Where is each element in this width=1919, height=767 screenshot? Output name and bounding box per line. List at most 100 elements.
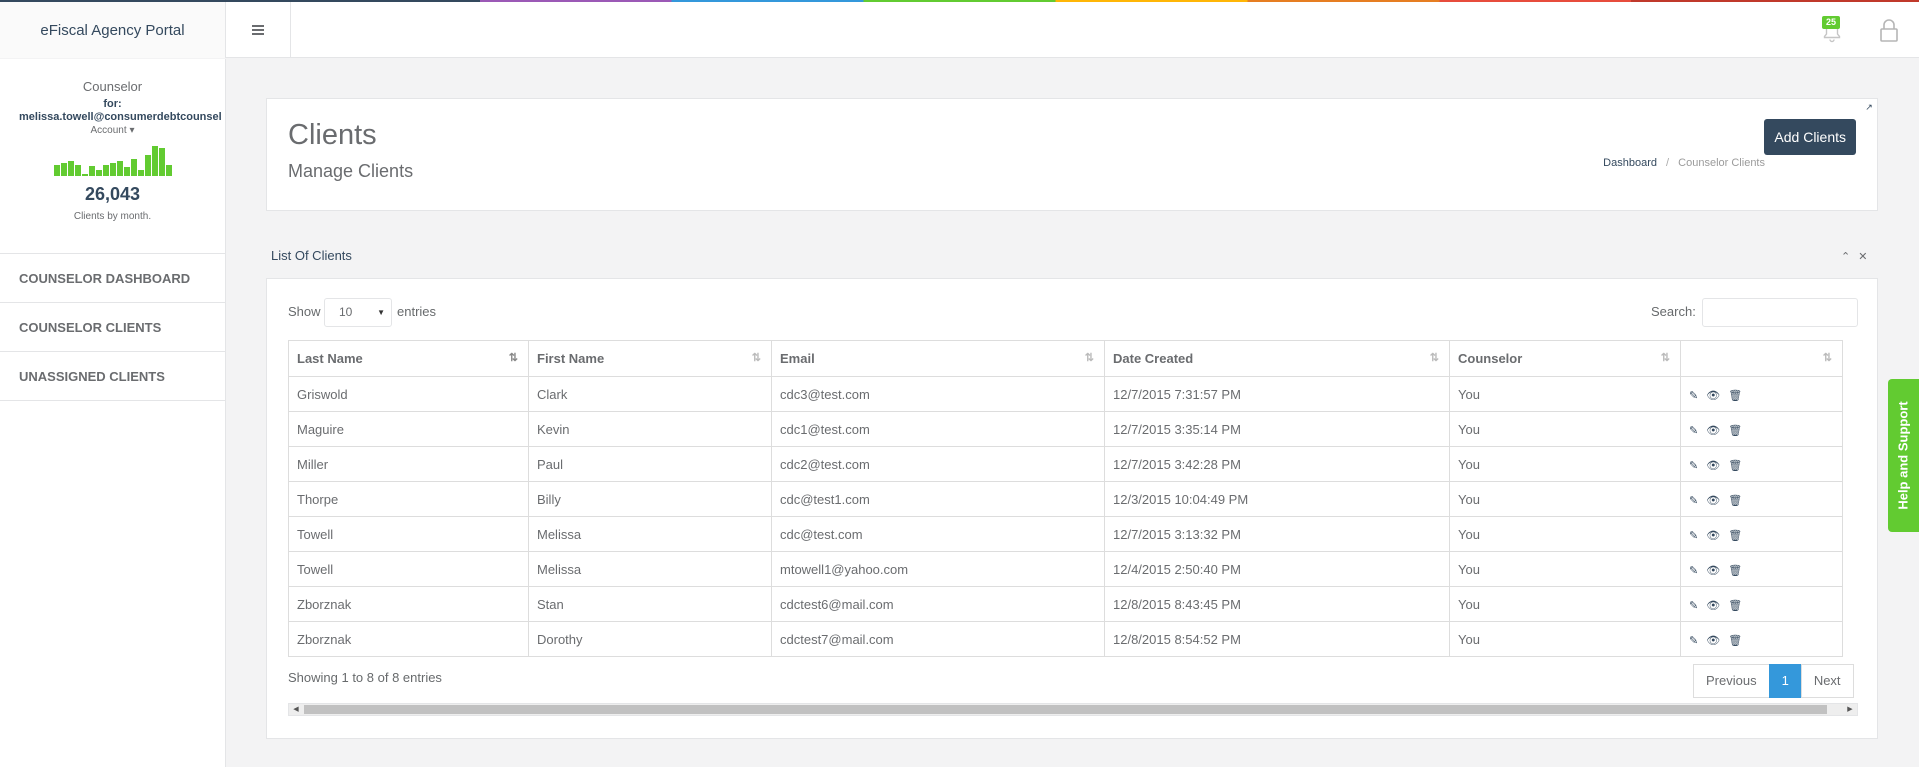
edit-icon[interactable]: ✎ — [1689, 564, 1698, 577]
table-row: Thorpe Billy cdc@test1.com 12/3/2015 10:… — [288, 481, 1843, 517]
edit-icon[interactable]: ✎ — [1689, 424, 1698, 437]
sparkline-bar — [151, 146, 158, 176]
pager-next[interactable]: Next — [1800, 664, 1854, 698]
edit-icon[interactable]: ✎ — [1689, 389, 1698, 402]
cell-actions: ✎ 👁 🗑 — [1680, 621, 1843, 657]
lock-button[interactable] — [1878, 18, 1900, 42]
edit-icon[interactable]: ✎ — [1689, 459, 1698, 472]
sort-icon: ⇅ — [1660, 352, 1670, 364]
close-icon[interactable]: ✕ — [1858, 250, 1867, 263]
nav-counselor-clients[interactable]: COUNSELOR CLIENTS — [0, 303, 225, 352]
nav-counselor-dashboard[interactable]: COUNSELOR DASHBOARD — [0, 254, 225, 303]
sort-asc-icon: ⇅ — [508, 352, 518, 364]
cell-actions: ✎ 👁 🗑 — [1680, 376, 1843, 412]
view-icon[interactable]: 👁 — [1706, 599, 1720, 612]
view-icon[interactable]: 👁 — [1706, 529, 1720, 542]
sort-icon: ⇅ — [751, 352, 761, 364]
cell-last-name: Towell — [288, 551, 529, 587]
col-last-name[interactable]: Last Name ⇅ — [288, 340, 529, 377]
account-dropdown[interactable]: Account ▾ — [0, 125, 225, 136]
cell-email: cdc@test1.com — [771, 481, 1105, 517]
scroll-right-icon[interactable]: ▶ — [1843, 704, 1857, 715]
for-label: for: — [103, 98, 122, 110]
cell-last-name: Griswold — [288, 376, 529, 412]
view-icon[interactable]: 👁 — [1706, 634, 1720, 647]
expand-icon[interactable]: ↗ — [1863, 101, 1875, 113]
nav-unassigned-clients[interactable]: UNASSIGNED CLIENTS — [0, 352, 225, 401]
col-email[interactable]: Email ⇅ — [771, 340, 1105, 377]
sparkline-bar — [144, 155, 151, 176]
delete-icon[interactable]: 🗑 — [1728, 424, 1742, 437]
sparkline-bar — [53, 165, 60, 176]
cell-last-name: Thorpe — [288, 481, 529, 517]
cell-actions: ✎ 👁 🗑 — [1680, 586, 1843, 622]
notifications-button[interactable]: 25 — [1820, 16, 1844, 44]
col-date-created[interactable]: Date Created ⇅ — [1104, 340, 1450, 377]
cell-counselor: You — [1449, 516, 1681, 552]
help-support-tab[interactable]: Help and Support — [1888, 379, 1919, 532]
add-clients-button[interactable]: Add Clients — [1764, 119, 1856, 155]
view-icon[interactable]: 👁 — [1706, 494, 1720, 507]
search-label: Search: — [1651, 304, 1696, 319]
sparkline-bar — [67, 161, 74, 176]
horizontal-scrollbar[interactable]: ◀ ▶ — [288, 703, 1858, 716]
col-actions[interactable]: ⇅ — [1680, 340, 1843, 377]
sparkline-bar — [95, 170, 102, 176]
breadcrumb-separator: / — [1666, 157, 1670, 169]
breadcrumb-dashboard[interactable]: Dashboard — [1603, 157, 1657, 169]
pager-page-1[interactable]: 1 — [1768, 664, 1802, 698]
delete-icon[interactable]: 🗑 — [1728, 389, 1742, 402]
col-counselor[interactable]: Counselor ⇅ — [1449, 340, 1681, 377]
cell-last-name: Miller — [288, 446, 529, 482]
col-first-name[interactable]: First Name ⇅ — [528, 340, 772, 377]
cell-email: cdc1@test.com — [771, 411, 1105, 447]
cell-counselor: You — [1449, 411, 1681, 447]
cell-date-created: 12/7/2015 3:35:14 PM — [1104, 411, 1450, 447]
edit-icon[interactable]: ✎ — [1689, 634, 1698, 647]
menu-toggle-button[interactable] — [226, 2, 291, 58]
search-input[interactable] — [1702, 298, 1858, 327]
view-icon[interactable]: 👁 — [1706, 389, 1720, 402]
table-row: Towell Melissa mtowell1@yahoo.com 12/4/2… — [288, 551, 1843, 587]
edit-icon[interactable]: ✎ — [1689, 494, 1698, 507]
cell-counselor: You — [1449, 551, 1681, 587]
delete-icon[interactable]: 🗑 — [1728, 564, 1742, 577]
cell-counselor: You — [1449, 446, 1681, 482]
cell-email: mtowell1@yahoo.com — [771, 551, 1105, 587]
delete-icon[interactable]: 🗑 — [1728, 459, 1742, 472]
cell-date-created: 12/7/2015 3:13:32 PM — [1104, 516, 1450, 552]
cell-first-name: Melissa — [528, 516, 772, 552]
col-header-label: Counselor — [1458, 351, 1523, 366]
sparkline-bar — [165, 165, 172, 176]
cell-date-created: 12/7/2015 7:31:57 PM — [1104, 376, 1450, 412]
page-title: Clients — [288, 119, 377, 151]
sparkline-bar — [158, 148, 165, 176]
view-icon[interactable]: 👁 — [1706, 424, 1720, 437]
page-size-value: 10 — [339, 305, 353, 319]
brand-title[interactable]: eFiscal Agency Portal — [0, 2, 226, 58]
sparkline-bar — [60, 163, 67, 176]
delete-icon[interactable]: 🗑 — [1728, 599, 1742, 612]
sparkline-bar — [81, 174, 88, 176]
scroll-left-icon[interactable]: ◀ — [289, 704, 303, 715]
delete-icon[interactable]: 🗑 — [1728, 529, 1742, 542]
table-info: Showing 1 to 8 of 8 entries — [288, 670, 442, 685]
scrollbar-thumb[interactable] — [304, 705, 1827, 714]
delete-icon[interactable]: 🗑 — [1728, 494, 1742, 507]
cell-last-name: Towell — [288, 516, 529, 552]
delete-icon[interactable]: 🗑 — [1728, 634, 1742, 647]
collapse-icon[interactable]: ⌃ — [1841, 250, 1850, 263]
view-icon[interactable]: 👁 — [1706, 459, 1720, 472]
col-header-label: Email — [780, 351, 815, 366]
pager-previous[interactable]: Previous — [1693, 664, 1770, 698]
edit-icon[interactable]: ✎ — [1689, 599, 1698, 612]
page-size-select[interactable]: 10 ▼ — [324, 298, 392, 327]
view-icon[interactable]: 👁 — [1706, 564, 1720, 577]
lock-icon — [1880, 19, 1898, 42]
table-row: Zborznak Dorothy cdctest7@mail.com 12/8/… — [288, 621, 1843, 657]
hamburger-icon — [252, 25, 264, 35]
cell-last-name: Zborznak — [288, 586, 529, 622]
cell-first-name: Kevin — [528, 411, 772, 447]
edit-icon[interactable]: ✎ — [1689, 529, 1698, 542]
user-role: Counselor — [82, 79, 143, 94]
